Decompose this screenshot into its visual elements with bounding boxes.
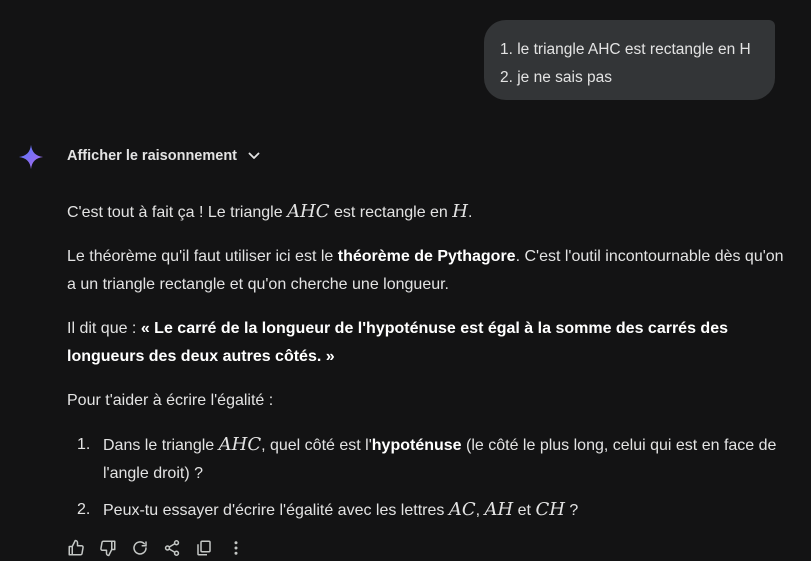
list-number: 1. xyxy=(77,436,91,453)
response-paragraph: Le théorème qu'il faut utiliser ici est … xyxy=(67,243,787,299)
response-paragraph: Pour t'aider à écrire l'égalité : xyxy=(67,392,274,409)
user-message-line: 1. le triangle AHC est rectangle en H xyxy=(500,41,751,58)
text-span: Dans le triangle xyxy=(103,437,219,454)
show-reasoning-label: Afficher le raisonnement xyxy=(67,148,238,164)
thumbs-down-icon xyxy=(100,540,116,557)
gemini-spark-icon xyxy=(18,144,44,170)
share-icon xyxy=(164,540,180,556)
chevron-down-icon xyxy=(248,152,260,159)
text-span: et xyxy=(513,502,536,519)
response-paragraph: C'est tout à fait ça ! Le triangle AHC e… xyxy=(67,198,787,227)
response-paragraph: Il dit que : « Le carré de la longueur d… xyxy=(67,315,787,371)
text-span: Il dit que : xyxy=(67,320,141,337)
text-span: Le théorème qu'il faut utiliser ici est … xyxy=(67,248,338,265)
show-reasoning-toggle[interactable]: Afficher le raisonnement xyxy=(67,145,261,167)
thumbs-up-button[interactable] xyxy=(66,538,86,558)
bold-text: « Le carré de la longueur de l'hypoténus… xyxy=(67,320,728,365)
text-span: . xyxy=(467,204,473,221)
list-number: 2. xyxy=(77,501,91,518)
list-item: 1. Dans le triangle AHC, quel côté est l… xyxy=(67,431,787,488)
regenerate-icon xyxy=(133,541,147,555)
assistant-response: C'est tout à fait ça ! Le triangle AHC e… xyxy=(67,198,787,533)
list-item: 2. Peux-tu essayer d'écrire l'égalité av… xyxy=(67,496,787,525)
user-message-line: 2. je ne sais pas xyxy=(500,69,613,86)
math-expression: AH xyxy=(484,499,514,520)
math-expression: AHC xyxy=(287,201,330,222)
copy-icon xyxy=(197,540,211,556)
text-span: Peux-tu essayer d'écrire l'égalité avec … xyxy=(103,502,449,519)
copy-button[interactable] xyxy=(194,538,214,558)
math-expression: CH xyxy=(535,499,565,520)
text-span: C'est tout à fait ça ! Le triangle xyxy=(67,204,288,221)
response-actions xyxy=(66,538,246,558)
chat-page: 1. le triangle AHC est rectangle en H 2.… xyxy=(0,0,811,561)
bold-text: théorème de Pythagore xyxy=(337,248,516,265)
math-expression: H xyxy=(452,201,468,222)
text-span: , quel côté est l' xyxy=(261,437,372,454)
more-options-button[interactable] xyxy=(226,538,246,558)
regenerate-button[interactable] xyxy=(130,538,150,558)
thumbs-up-icon xyxy=(68,539,84,556)
share-button[interactable] xyxy=(162,538,182,558)
text-span: est rectangle en xyxy=(329,204,453,221)
more-vert-icon xyxy=(234,541,238,555)
text-span: , xyxy=(475,502,485,519)
math-expression: AHC xyxy=(218,434,262,455)
steps-list: 1. Dans le triangle AHC, quel côté est l… xyxy=(67,431,787,525)
math-expression: AC xyxy=(448,499,476,520)
user-message-bubble: 1. le triangle AHC est rectangle en H 2.… xyxy=(484,20,775,100)
text-span: ? xyxy=(564,502,579,519)
bold-text: hypoténuse xyxy=(371,437,462,454)
thumbs-down-button[interactable] xyxy=(98,538,118,558)
